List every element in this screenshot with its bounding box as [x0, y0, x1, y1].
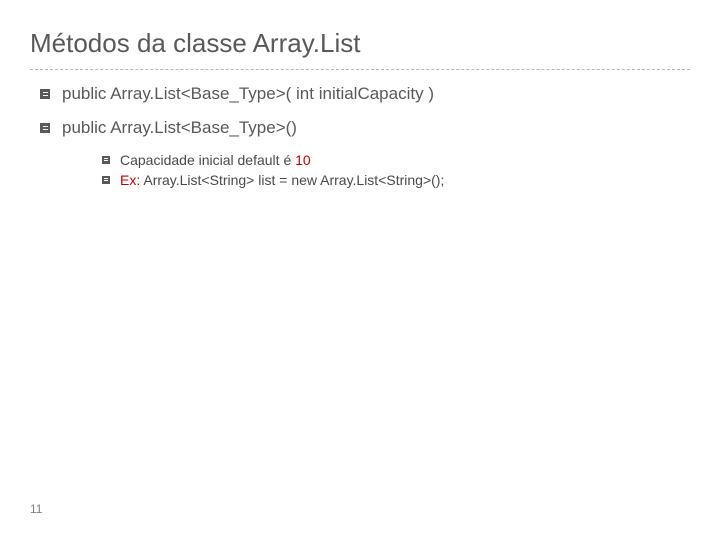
text-part: Capacidade inicial default é [120, 152, 295, 168]
bullet-icon [102, 176, 110, 184]
bullet-icon [40, 89, 50, 99]
list-item: public Array.List<Base_Type>() [40, 118, 690, 138]
list-item-text: Ex: Array.List<String> list = new Array.… [120, 172, 444, 188]
list-item-text: public Array.List<Base_Type>() [62, 118, 297, 138]
list-item: public Array.List<Base_Type>( int initia… [40, 84, 690, 104]
list-item-text: Capacidade inicial default é 10 [120, 152, 311, 168]
text-part: Array.List<String> list = new Array.List… [140, 172, 444, 188]
page-title: Métodos da classe Array.List [30, 28, 720, 59]
highlight-text: Ex: [120, 172, 140, 188]
content: public Array.List<Base_Type>( int initia… [0, 70, 720, 188]
highlight-text: 10 [295, 152, 311, 168]
page-number: 11 [30, 502, 42, 516]
bullet-icon [102, 156, 110, 164]
list-item: Ex: Array.List<String> list = new Array.… [102, 172, 690, 188]
bullet-icon [40, 123, 50, 133]
title-wrap: Métodos da classe Array.List [0, 0, 720, 65]
list-item: Capacidade inicial default é 10 [102, 152, 690, 168]
list-item-text: public Array.List<Base_Type>( int initia… [62, 84, 434, 104]
sub-list: Capacidade inicial default é 10 Ex: Arra… [102, 152, 690, 188]
slide: Métodos da classe Array.List public Arra… [0, 0, 720, 540]
